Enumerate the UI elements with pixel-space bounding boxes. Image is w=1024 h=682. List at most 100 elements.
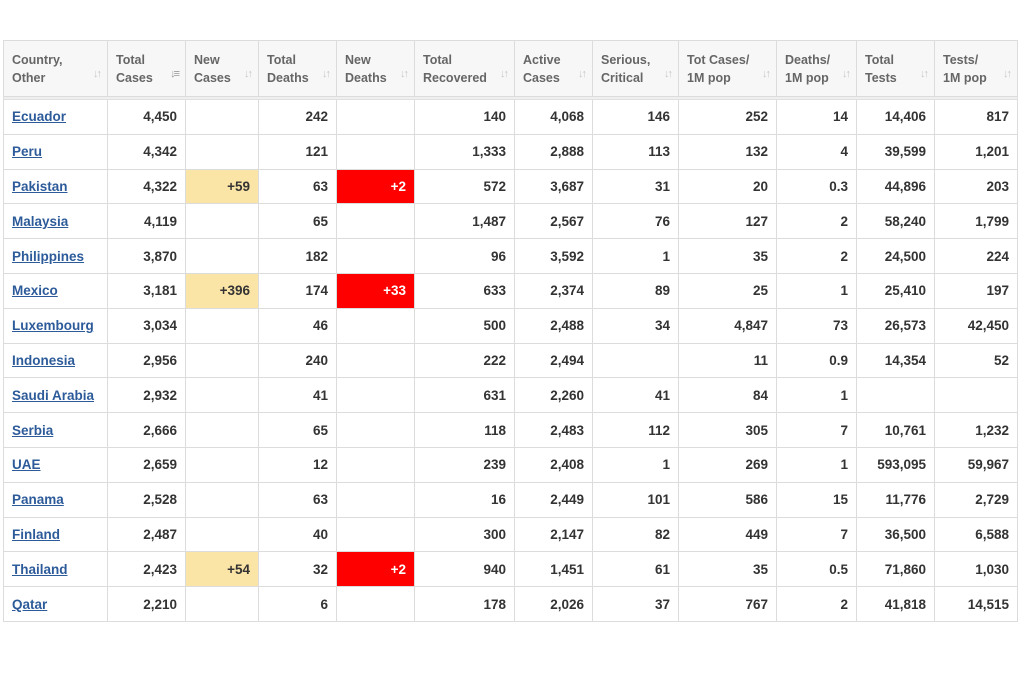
sort-icon[interactable]: ↓↑ <box>664 65 673 83</box>
sort-icon[interactable]: ↓↑ <box>762 65 771 83</box>
country-link[interactable]: Malaysia <box>12 214 68 229</box>
total-recovered-cell: 96 <box>414 238 515 274</box>
table-row: Finland 2,487 40 300 2,147 82 449 7 36,500 6,588 <box>3 516 1018 553</box>
header-cases-per-1m[interactable]: Tot Cases/1M pop ↓↑ <box>678 40 777 97</box>
total-recovered-cell: 16 <box>414 481 515 518</box>
header-active-cases[interactable]: Active Cases ↓↑ <box>514 40 593 97</box>
country-link[interactable]: Philippines <box>12 249 84 264</box>
header-tests-per-1m[interactable]: Tests/1M pop ↓↑ <box>934 40 1018 97</box>
deaths-per-1m-cell: 0.9 <box>776 342 857 379</box>
sort-icon[interactable]: ↓↑ <box>93 65 102 83</box>
tests-per-1m-cell: 6,588 <box>934 516 1018 553</box>
sort-icon[interactable]: ↓↑ <box>842 65 851 83</box>
country-link[interactable]: Luxembourg <box>12 318 94 333</box>
header-total-tests[interactable]: Total Tests ↓↑ <box>856 40 935 97</box>
country-link[interactable]: Panama <box>12 492 64 507</box>
total-recovered-cell: 118 <box>414 412 515 448</box>
serious-critical-cell: 89 <box>592 272 679 309</box>
active-cases-cell: 3,687 <box>514 168 593 205</box>
total-tests-cell: 25,410 <box>856 272 935 309</box>
cases-per-1m-cell: 25 <box>678 272 777 309</box>
header-new-deaths[interactable]: New Deaths ↓↑ <box>336 40 415 97</box>
country-link[interactable]: Indonesia <box>12 353 75 368</box>
total-tests-cell: 26,573 <box>856 307 935 344</box>
header-total-cases[interactable]: Total Cases ↓≡ <box>107 40 186 97</box>
table-row: Malaysia 4,119 65 1,487 2,567 76 127 2 58,240 1,7… <box>3 203 1018 240</box>
header-country[interactable]: Country, Other ↓↑ <box>3 40 108 97</box>
total-deaths-cell: 242 <box>258 99 337 135</box>
header-line2: Tests <box>865 70 897 85</box>
country-link[interactable]: Mexico <box>12 283 58 298</box>
country-link[interactable]: Saudi Arabia <box>12 388 94 403</box>
table-row: Qatar 2,210 6 178 2,026 37 767 2 41,818 14,515 <box>3 586 1018 622</box>
sort-icon[interactable]: ↓↑ <box>322 65 331 83</box>
deaths-per-1m-cell: 1 <box>776 446 857 483</box>
tests-per-1m-cell: 1,201 <box>934 133 1018 170</box>
sort-desc-icon[interactable]: ↓≡ <box>170 65 180 83</box>
deaths-per-1m-cell: 0.3 <box>776 168 857 205</box>
new-deaths-cell <box>336 586 415 622</box>
country-link[interactable]: Peru <box>12 144 42 159</box>
header-total-deaths[interactable]: Total Deaths ↓↑ <box>258 40 337 97</box>
new-deaths-cell <box>336 446 415 483</box>
total-deaths-cell: 174 <box>258 272 337 309</box>
country-link[interactable]: Ecuador <box>12 109 66 124</box>
header-line1: Total <box>423 52 452 67</box>
deaths-per-1m-cell: 15 <box>776 481 857 518</box>
total-deaths-cell: 65 <box>258 412 337 448</box>
header-line1: Serious, <box>601 52 651 67</box>
total-recovered-cell: 1,487 <box>414 203 515 240</box>
header-line1: Total <box>116 52 145 67</box>
tests-per-1m-cell: 197 <box>934 272 1018 309</box>
serious-critical-cell: 34 <box>592 307 679 344</box>
total-cases-cell: 3,034 <box>107 307 186 344</box>
tests-per-1m-cell: 203 <box>934 168 1018 205</box>
country-cell: Malaysia <box>3 203 108 240</box>
tests-per-1m-cell: 817 <box>934 99 1018 135</box>
country-link[interactable]: Qatar <box>12 597 47 612</box>
country-cell: UAE <box>3 446 108 483</box>
serious-critical-cell: 82 <box>592 516 679 553</box>
table-row: Thailand 2,423 +54 32 +2 940 1,451 61 35 0.5 71,86… <box>3 551 1018 588</box>
sort-icon[interactable]: ↓↑ <box>500 65 509 83</box>
country-link[interactable]: Thailand <box>12 562 68 577</box>
country-link[interactable]: Finland <box>12 527 60 542</box>
deaths-per-1m-cell: 7 <box>776 412 857 448</box>
sort-icon[interactable]: ↓↑ <box>244 65 253 83</box>
header-line2: Cases <box>194 70 231 85</box>
country-link[interactable]: Serbia <box>12 423 53 438</box>
serious-critical-cell: 101 <box>592 481 679 518</box>
sort-icon[interactable]: ↓↑ <box>1003 65 1012 83</box>
country-cell: Qatar <box>3 586 108 622</box>
total-tests-cell: 58,240 <box>856 203 935 240</box>
header-total-recovered[interactable]: Total Recovered ↓↑ <box>414 40 515 97</box>
new-deaths-cell <box>336 516 415 553</box>
serious-critical-cell: 31 <box>592 168 679 205</box>
sort-icon[interactable]: ↓↑ <box>400 65 409 83</box>
total-deaths-cell: 63 <box>258 481 337 518</box>
header-deaths-per-1m[interactable]: Deaths/1M pop ↓↑ <box>776 40 857 97</box>
sort-icon[interactable]: ↓↑ <box>920 65 929 83</box>
tests-per-1m-cell: 1,799 <box>934 203 1018 240</box>
table-row: Pakistan 4,322 +59 63 +2 572 3,687 31 20 0.3 44,89… <box>3 168 1018 205</box>
total-cases-cell: 2,666 <box>107 412 186 448</box>
header-new-cases[interactable]: New Cases ↓↑ <box>185 40 259 97</box>
active-cases-cell: 2,449 <box>514 481 593 518</box>
country-cell: Philippines <box>3 238 108 274</box>
sort-icon[interactable]: ↓↑ <box>578 65 587 83</box>
total-cases-cell: 2,932 <box>107 377 186 414</box>
new-deaths-cell: +2 <box>336 168 415 205</box>
new-cases-cell <box>185 481 259 518</box>
table-row: Peru 4,342 121 1,333 2,888 113 132 4 39,599 1,201 <box>3 133 1018 170</box>
country-cell: Panama <box>3 481 108 518</box>
country-link[interactable]: Pakistan <box>12 179 68 194</box>
header-line2: 1M pop <box>785 70 829 85</box>
deaths-per-1m-cell: 73 <box>776 307 857 344</box>
country-link[interactable]: UAE <box>12 457 41 472</box>
total-recovered-cell: 178 <box>414 586 515 622</box>
total-cases-cell: 3,181 <box>107 272 186 309</box>
header-serious-critical[interactable]: Serious, Critical ↓↑ <box>592 40 679 97</box>
total-deaths-cell: 12 <box>258 446 337 483</box>
deaths-per-1m-cell: 2 <box>776 586 857 622</box>
new-deaths-cell <box>336 238 415 274</box>
